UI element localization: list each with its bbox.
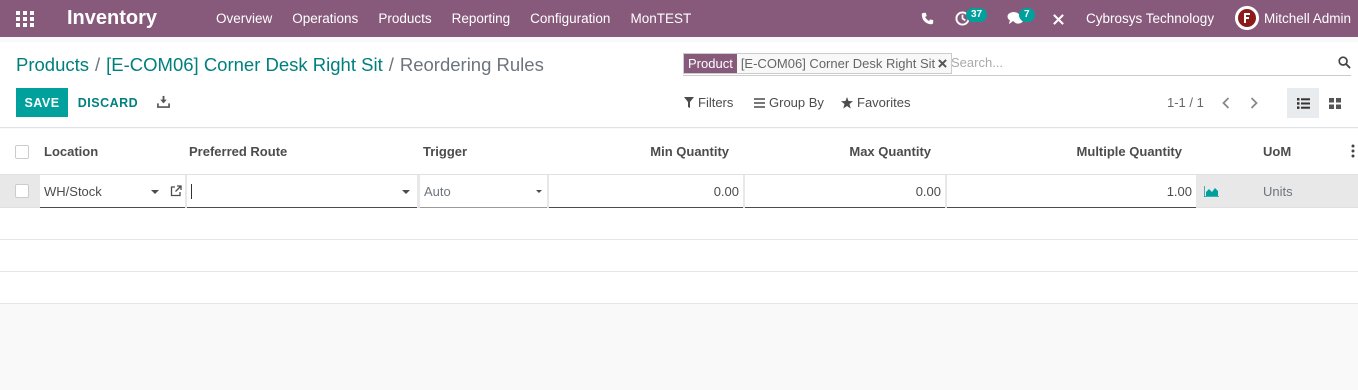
column-uom[interactable]: UoM [1263, 144, 1291, 159]
select-all-checkbox[interactable] [15, 145, 29, 159]
column-preferred-route[interactable]: Preferred Route [189, 144, 287, 159]
uom-value: Units [1263, 184, 1293, 199]
external-link-icon[interactable] [170, 185, 182, 197]
column-multiple-quantity[interactable]: Multiple Quantity [1077, 144, 1182, 159]
max-quantity-field[interactable]: 0.00 [745, 175, 945, 208]
column-trigger[interactable]: Trigger [423, 144, 467, 159]
star-icon [841, 96, 853, 108]
facet-label: Product [684, 54, 737, 73]
location-value: WH/Stock [44, 183, 102, 199]
breadcrumb-products[interactable]: Products [16, 54, 89, 75]
column-min-quantity[interactable]: Min Quantity [650, 144, 729, 159]
menu-overview[interactable]: Overview [206, 11, 282, 26]
page-title: Reordering Rules [399, 54, 544, 75]
column-location[interactable]: Location [44, 144, 98, 159]
optional-columns-icon[interactable] [1351, 144, 1355, 158]
max-quantity-value: 0.00 [915, 183, 941, 199]
location-dropdown-icon[interactable] [151, 190, 159, 194]
search-icon[interactable] [1338, 56, 1351, 69]
trigger-select[interactable]: Auto [420, 175, 547, 208]
remove-facet-icon[interactable] [938, 59, 947, 68]
discard-button[interactable]: DISCARD [73, 88, 143, 117]
favorites-button[interactable]: Favorites [841, 95, 910, 110]
main-menu: Overview Operations Products Reporting C… [206, 0, 701, 37]
empty-row [0, 240, 1358, 272]
activity-count-badge: 37 [966, 8, 988, 22]
next-page-icon[interactable] [1250, 97, 1258, 109]
facet-value: [E-COM06] Corner Desk Right Sit [736, 54, 952, 73]
forecast-chart-icon[interactable] [1204, 186, 1219, 197]
filter-icon [684, 97, 694, 108]
trigger-dropdown-icon[interactable] [536, 190, 542, 193]
preferred-route-field[interactable] [187, 175, 417, 208]
multiple-quantity-field[interactable]: 1.00 [947, 175, 1196, 208]
table-row[interactable]: WH/Stock Auto 0.00 0.00 1.00 Units [0, 175, 1358, 208]
group-by-icon [754, 97, 765, 108]
previous-page-icon[interactable] [1222, 97, 1230, 109]
breadcrumb: Products / [E-COM06] Corner Desk Right Sit… [16, 54, 544, 76]
filters-label: Filters [698, 95, 734, 110]
search-facet: Product [E-COM06] Corner Desk Right Sit [683, 53, 953, 74]
list-view-button[interactable] [1287, 88, 1319, 118]
user-avatar[interactable] [1235, 6, 1259, 30]
control-panel: Products / [E-COM06] Corner Desk Right Sit… [0, 42, 1358, 128]
min-quantity-value: 0.00 [713, 183, 739, 199]
location-field[interactable]: WH/Stock [40, 175, 185, 208]
menu-operations[interactable]: Operations [282, 11, 368, 26]
min-quantity-field[interactable]: 0.00 [549, 175, 743, 208]
menu-products[interactable]: Products [368, 11, 441, 26]
top-navbar: Inventory Overview Operations Products R… [0, 0, 1358, 37]
apps-menu-icon[interactable] [16, 11, 34, 27]
reordering-rules-list: Location Preferred Route Trigger Min Qua… [0, 129, 1358, 304]
empty-row [0, 272, 1358, 304]
trigger-value: Auto [424, 183, 451, 199]
empty-row [0, 208, 1358, 240]
breadcrumb-separator: / [95, 54, 101, 75]
row-checkbox[interactable] [15, 184, 29, 198]
phone-icon[interactable] [921, 12, 934, 25]
message-count-badge: 7 [1019, 8, 1035, 22]
group-by-label: Group By [769, 95, 824, 110]
column-max-quantity[interactable]: Max Quantity [849, 144, 931, 159]
list-view-icon [1296, 97, 1310, 109]
breadcrumb-product[interactable]: [E-COM06] Corner Desk Right Sit [106, 54, 383, 75]
facet-value-text: [E-COM06] Corner Desk Right Sit [740, 56, 936, 71]
group-by-button[interactable]: Group By [754, 95, 824, 110]
menu-montest[interactable]: MonTEST [620, 11, 701, 26]
table-header: Location Preferred Route Trigger Min Qua… [0, 129, 1358, 175]
route-dropdown-icon[interactable] [402, 190, 410, 194]
filters-button[interactable]: Filters [684, 95, 733, 110]
text-cursor [191, 183, 192, 199]
kanban-view-icon [1329, 97, 1341, 109]
user-menu[interactable]: Mitchell Admin [1264, 11, 1351, 26]
save-button[interactable]: SAVE [16, 88, 68, 117]
breadcrumb-separator: / [388, 54, 394, 75]
multiple-quantity-value: 1.00 [1166, 183, 1192, 199]
app-name[interactable]: Inventory [67, 7, 157, 30]
search-input[interactable] [951, 55, 1331, 70]
tools-close-icon[interactable] [1052, 13, 1065, 26]
menu-reporting[interactable]: Reporting [442, 11, 521, 26]
kanban-view-button[interactable] [1319, 88, 1351, 118]
search-bar: Product [E-COM06] Corner Desk Right Sit [683, 52, 1351, 76]
menu-configuration[interactable]: Configuration [520, 11, 620, 26]
download-icon[interactable] [157, 95, 170, 108]
favorites-label: Favorites [857, 95, 911, 110]
company-switcher[interactable]: Cybrosys Technology [1086, 11, 1214, 26]
pager-value[interactable]: 1-1 / 1 [1167, 95, 1204, 110]
